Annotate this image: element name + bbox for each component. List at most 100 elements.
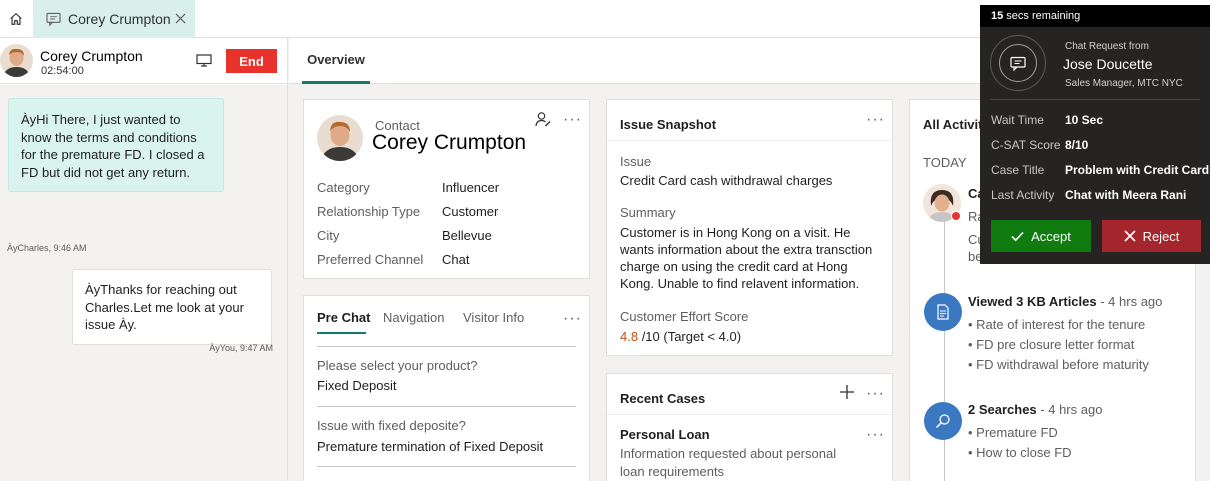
detail-label: Case Title <box>991 163 1045 177</box>
case-description: Information requested about personal loa… <box>620 446 837 479</box>
search-term[interactable]: Premature FD <box>976 425 1058 440</box>
incoming-chat-notification: 15 secs remaining Chat Request from Jose… <box>980 5 1210 264</box>
timer-text: secs remaining <box>1003 10 1081 22</box>
conversation-timer: 02:54:00 <box>41 65 84 77</box>
search-icon <box>935 414 950 429</box>
contact-avatar <box>317 115 363 161</box>
effort-score-value: 4.8 <box>620 329 639 344</box>
home-button[interactable] <box>0 0 32 38</box>
knowledge-article-icon <box>937 304 949 320</box>
chat-request-badge-inner <box>999 44 1037 82</box>
session-tab-label: Corey Crumpton <box>68 11 171 27</box>
accept-label: Accept <box>1031 228 1071 244</box>
notification-timer: 15 secs remaining <box>991 10 1080 22</box>
list-item: • FD withdrawal before maturity <box>968 357 1149 372</box>
incoming-message: ÀyHi There, I just wanted to know the te… <box>8 98 224 192</box>
message-list: ÀyHi There, I just wanted to know the te… <box>0 85 287 481</box>
detail-label: Wait Time <box>991 113 1044 127</box>
more-options-button[interactable]: ··· <box>866 386 885 402</box>
contact-name: Corey Crumpton <box>372 131 527 154</box>
date-group-label: TODAY <box>923 155 967 170</box>
close-icon <box>1123 230 1136 242</box>
add-case-button[interactable] <box>840 385 854 399</box>
activity-name: Viewed 3 KB Articles <box>968 294 1097 309</box>
session-tab[interactable]: Corey Crumpton <box>33 0 195 38</box>
message-meta: ÀyYou, 9:47 AM <box>209 343 273 353</box>
card-title: All Activiti <box>923 117 987 132</box>
reject-button[interactable]: Reject <box>1102 220 1201 252</box>
field-value: Chat <box>442 252 470 267</box>
effort-score-target: /10 (Target < 4.0) <box>638 329 742 344</box>
question-label: Issue with fixed deposite? <box>317 418 466 433</box>
message-meta: ÀyCharles, 9:46 AM <box>7 243 87 253</box>
effort-score: 4.8 /10 (Target < 4.0) <box>620 328 885 345</box>
kb-article[interactable]: FD withdrawal before maturity <box>976 357 1149 372</box>
more-options-button[interactable]: ··· <box>866 112 885 128</box>
activity-name: 2 Searches <box>968 402 1037 417</box>
question-answer: Fixed Deposit <box>317 378 397 393</box>
summary-value: Customer is in Hong Kong on a visit. He … <box>620 225 873 291</box>
person-edit-icon <box>535 112 551 127</box>
list-item: • FD pre closure letter format <box>968 337 1135 352</box>
list-item: • Rate of interest for the tenure <box>968 317 1146 332</box>
card-title: Issue Snapshot <box>620 117 717 132</box>
search-term[interactable]: How to close FD <box>976 445 1071 460</box>
request-label: Chat Request from <box>1065 41 1149 52</box>
kb-article[interactable]: Rate of interest for the tenure <box>976 317 1145 332</box>
active-tab-indicator <box>317 332 366 334</box>
presence-indicator <box>951 211 961 221</box>
kb-article[interactable]: FD pre closure letter format <box>976 337 1134 352</box>
field-label: Category <box>317 180 370 195</box>
issue-value: Credit Card cash withdrawal charges <box>620 173 833 188</box>
chat-request-badge <box>990 35 1046 91</box>
question-answer: Premature termination of Fixed Deposit <box>317 439 544 454</box>
screen-share-button[interactable] <box>196 54 214 68</box>
monitor-icon <box>196 54 212 67</box>
detail-label: C-SAT Score <box>991 138 1061 152</box>
tab-pre-chat[interactable]: Pre Chat <box>317 310 370 325</box>
timer-seconds: 15 <box>991 10 1004 22</box>
field-label: City <box>317 228 340 243</box>
caller-role: Sales Manager, MTC NYC <box>1065 78 1183 89</box>
detail-value: 10 Sec <box>1065 113 1104 127</box>
more-options-button[interactable]: ··· <box>563 311 582 327</box>
home-icon <box>10 12 22 25</box>
conversation-header: Corey Crumpton 02:54:00 End <box>0 38 288 84</box>
divider <box>990 99 1200 100</box>
issue-snapshot-card: Issue Snapshot ··· Issue Credit Card cas… <box>606 99 893 356</box>
tab-navigation[interactable]: Navigation <box>383 310 444 325</box>
tab-visitor-info[interactable]: Visitor Info <box>463 310 524 325</box>
divider <box>317 346 576 347</box>
tab-overview[interactable]: Overview <box>302 38 370 84</box>
list-item: • How to close FD <box>968 445 1072 460</box>
reject-label: Reject <box>1142 228 1180 244</box>
customer-name: Corey Crumpton <box>40 48 143 64</box>
field-value: Customer <box>442 204 499 219</box>
case-title[interactable]: Personal Loan <box>620 427 710 442</box>
prechat-card: Pre Chat Navigation Visitor Info ··· Ple… <box>303 295 590 481</box>
more-options-button[interactable]: ··· <box>563 112 582 128</box>
field-value: Influencer <box>442 180 500 195</box>
activity-title[interactable]: 2 Searches - 4 hrs ago <box>968 402 1102 417</box>
close-tab-button[interactable] <box>173 11 187 25</box>
question-label: Please select your product? <box>317 358 478 373</box>
search-activity-badge <box>924 402 962 440</box>
contact-details-button[interactable] <box>535 111 551 127</box>
activity-time: - 4 hrs ago <box>1096 294 1163 309</box>
plus-icon <box>840 385 854 399</box>
list-item: • Premature FD <box>968 425 1058 440</box>
activity-time: - 4 hrs ago <box>1036 402 1103 417</box>
issue-label: Issue <box>620 154 652 169</box>
divider <box>607 140 892 141</box>
recent-cases-card: Recent Cases ··· Personal Loan ··· Infor… <box>606 373 893 481</box>
field-label: Preferred Channel <box>317 252 424 267</box>
end-conversation-button[interactable]: End <box>226 49 277 73</box>
accept-button[interactable]: Accept <box>991 220 1091 252</box>
case-more-options-button[interactable]: ··· <box>866 427 885 443</box>
chat-icon <box>1010 56 1026 71</box>
outgoing-message: ÀyThanks for reaching out Charles.Let me… <box>72 269 272 345</box>
detail-label: Last Activity <box>991 188 1055 202</box>
effort-score-label: Customer Effort Score <box>620 309 749 324</box>
activity-title[interactable]: Viewed 3 KB Articles - 4 hrs ago <box>968 294 1162 309</box>
caller-name: Jose Doucette <box>1063 56 1153 72</box>
